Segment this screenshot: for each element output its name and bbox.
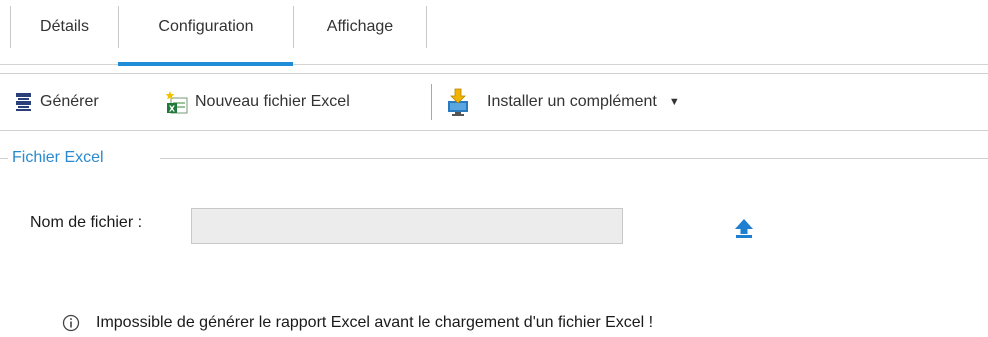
active-tab-indicator (118, 62, 293, 66)
tab-details[interactable]: Détails (11, 6, 118, 48)
generate-button[interactable]: Générer (14, 86, 99, 118)
section-divider-left (0, 158, 8, 159)
new-excel-file-button[interactable]: X Nouveau fichier Excel (165, 86, 350, 118)
tab-configuration[interactable]: Configuration (119, 6, 293, 48)
section-divider-right (160, 158, 988, 159)
file-name-input[interactable] (191, 208, 623, 244)
toolbar-divider (431, 84, 432, 120)
generate-icon (16, 93, 31, 111)
tab-details-label: Détails (40, 18, 89, 35)
tab-divider (426, 6, 427, 48)
svg-text:X: X (169, 105, 176, 114)
install-addin-icon (448, 88, 468, 116)
tab-bar: Détails Configuration Affichage (0, 0, 988, 66)
new-excel-file-icon: X (165, 91, 188, 114)
install-addin-label: Installer un complément (487, 93, 657, 110)
toolbar: Générer X Nouveau fichier Excel Installe… (0, 73, 988, 131)
generate-label: Générer (40, 93, 99, 110)
tab-affichage[interactable]: Affichage (294, 6, 426, 48)
tab-configuration-label: Configuration (158, 18, 254, 35)
upload-icon[interactable] (734, 218, 754, 238)
info-icon (62, 314, 80, 332)
file-name-label: Nom de fichier : (30, 214, 143, 231)
info-message: Impossible de générer le rapport Excel a… (62, 312, 653, 334)
new-excel-file-label: Nouveau fichier Excel (195, 93, 350, 110)
install-addin-button[interactable]: Installer un complément ▼ (445, 86, 680, 118)
tab-affichage-label: Affichage (326, 18, 394, 35)
chevron-down-icon[interactable]: ▼ (669, 96, 680, 108)
section-title: Fichier Excel (12, 149, 104, 166)
info-message-text: Impossible de générer le rapport Excel a… (96, 314, 654, 331)
